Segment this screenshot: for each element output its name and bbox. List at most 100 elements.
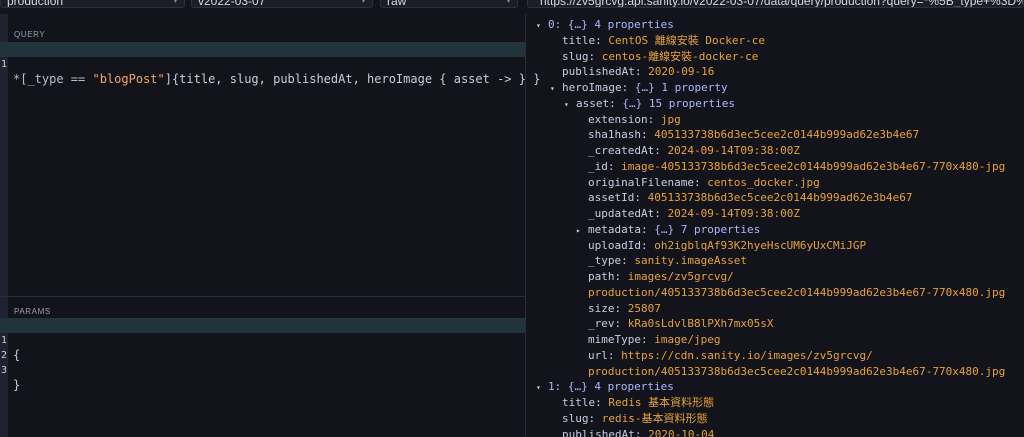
line-number: 1 xyxy=(0,59,8,70)
result-value: images/zv5grcvg/ xyxy=(627,270,734,283)
result-key: _type: xyxy=(588,254,628,268)
result-row: size: 25807 xyxy=(576,301,661,317)
result-summary: {…} 15 properties xyxy=(622,96,735,110)
query-token-filter: *[_type == xyxy=(13,72,93,86)
query-token-string: "blogPost" xyxy=(92,72,165,86)
result-row[interactable]: ▾ heroImage: {…} 1 property xyxy=(550,80,728,96)
result-key: 0: xyxy=(548,18,562,31)
result-key: size: xyxy=(588,301,622,315)
result-value: 2020-09-16 xyxy=(648,65,715,79)
result-row[interactable]: ▸ metadata: {…} 7 properties xyxy=(576,222,760,238)
result-row: production/405133738b6d3ec5cee2c0144b999… xyxy=(576,285,1005,301)
panel-divider[interactable] xyxy=(0,296,525,297)
result-row: _rev: kRa0sLdvlB8lPXh7mx05sX xyxy=(576,316,773,332)
result-key: originalFilename: xyxy=(588,175,701,189)
result-value: oh2igblqAf93K2hyeHscUM6yUxCMiJGP xyxy=(654,238,867,252)
result-row: _createdAt: 2024-09-14T09:38:00Z xyxy=(576,143,800,159)
query-token-projection: ]{title, slug, publishedAt, heroImage { … xyxy=(164,72,541,86)
result-value: 2020-10-04 xyxy=(648,427,715,437)
result-key: url: xyxy=(588,348,615,362)
results-pane: ▾ 0: {…} 4 properties title: CentOS 離線安裝 D… xyxy=(526,14,1024,437)
caret-down-icon[interactable]: ▾ xyxy=(536,18,548,34)
result-value: image/jpeg xyxy=(654,333,721,346)
result-row: title: Redis 基本資料形態 xyxy=(550,395,714,411)
result-key: _createdAt: xyxy=(588,144,661,157)
result-row: production/405133738b6d3ec5cee2c0144b999… xyxy=(576,364,1005,380)
chevron-down-icon: ▾ xyxy=(172,0,178,6)
chevron-down-icon: ▾ xyxy=(505,0,511,6)
perspective-select[interactable]: raw ▾ xyxy=(380,0,518,8)
result-summary: {…} 7 properties xyxy=(654,222,761,236)
result-row: sha1hash: 405133738b6d3ec5cee2c0144b999a… xyxy=(576,127,919,143)
result-key: slug: xyxy=(562,49,596,63)
result-value: 25807 xyxy=(627,301,661,315)
caret-down-icon[interactable]: ▾ xyxy=(564,97,576,113)
result-value: CentOS 離線安裝 Docker-ce xyxy=(608,33,765,47)
result-value: production/405133738b6d3ec5cee2c0144b999… xyxy=(588,285,1006,299)
result-value: centos_docker.jpg xyxy=(707,175,820,189)
result-key: uploadId: xyxy=(588,238,648,252)
result-summary: {…} 4 properties xyxy=(567,380,674,394)
result-key: _id: xyxy=(588,159,615,173)
result-row: originalFilename: centos_docker.jpg xyxy=(576,175,820,191)
line-number: 3 xyxy=(0,365,8,376)
dataset-select-value: production xyxy=(7,0,64,8)
result-value: kRa0sLdvlB8lPXh7mx05sX xyxy=(627,317,774,331)
query-url-text: https://zv5grcvg.api.sanity.io/v2022-03-… xyxy=(540,0,1023,8)
result-key: path: xyxy=(588,270,622,283)
result-key: publishedAt: xyxy=(562,427,642,437)
result-key: sha1hash: xyxy=(588,128,648,142)
result-value: centos-離線安裝-docker-ce xyxy=(601,49,759,63)
result-row: _updatedAt: 2024-09-14T09:38:00Z xyxy=(576,206,800,222)
params-label: PARAMS xyxy=(14,307,51,316)
params-line[interactable]: 1 { xyxy=(0,318,525,362)
result-row[interactable]: ▾ 0: {…} 4 properties xyxy=(536,17,674,33)
result-row: publishedAt: 2020-10-04 xyxy=(550,427,714,437)
result-value: sanity.imageAsset xyxy=(634,254,747,268)
result-key: title: xyxy=(562,33,602,47)
result-key: slug: xyxy=(562,411,596,425)
params-line[interactable]: 2 xyxy=(0,333,525,361)
query-url-field[interactable]: https://zv5grcvg.api.sanity.io/v2022-03-… xyxy=(527,0,1024,8)
result-row[interactable]: ▾ asset: {…} 15 properties xyxy=(564,96,735,112)
result-row: path: images/zv5grcvg/ xyxy=(576,269,734,285)
result-key: extension: xyxy=(588,112,655,126)
result-summary: {…} 4 properties xyxy=(567,18,674,31)
result-summary: {…} 1 property xyxy=(634,81,728,94)
result-row: mimeType: image/jpeg xyxy=(576,332,720,348)
query-line[interactable]: 1 *[_type == "blogPost"]{title, slug, pu… xyxy=(0,42,540,86)
result-key: title: xyxy=(562,396,602,409)
toolbar: production ▾ v2022-03-07 ▾ raw ▾ https:/… xyxy=(0,0,1024,11)
result-row: title: CentOS 離線安裝 Docker-ce xyxy=(550,33,765,49)
result-value: 405133738b6d3ec5cee2c0144b999ad62e3b4e67 xyxy=(647,191,913,205)
result-row[interactable]: ▾ 1: {…} 4 properties xyxy=(536,379,674,395)
chevron-down-icon: ▾ xyxy=(360,0,366,6)
result-key: publishedAt: xyxy=(562,65,642,79)
result-value: 405133738b6d3ec5cee2c0144b999ad62e3b4e67 xyxy=(654,128,920,142)
result-key: asset: xyxy=(576,96,616,110)
result-key: 1: xyxy=(548,380,562,394)
query-code[interactable]: *[_type == "blogPost"]{title, slug, publ… xyxy=(13,72,540,87)
result-row: _type: sanity.imageAsset xyxy=(576,253,747,269)
result-key: _rev: xyxy=(588,317,622,331)
result-row: uploadId: oh2igblqAf93K2hyeHscUM6yUxCMiJ… xyxy=(576,238,866,254)
result-key: mimeType: xyxy=(588,333,648,346)
perspective-value: raw xyxy=(387,0,407,8)
result-row: slug: centos-離線安裝-docker-ce xyxy=(550,49,758,65)
params-line[interactable]: 3 } xyxy=(0,348,525,392)
result-key: metadata: xyxy=(588,222,648,236)
result-key: heroImage: xyxy=(562,81,629,94)
dataset-select[interactable]: production ▾ xyxy=(0,0,185,8)
api-version-select[interactable]: v2022-03-07 ▾ xyxy=(191,0,373,8)
params-code[interactable]: } xyxy=(13,378,20,393)
result-row: url: https://cdn.sanity.io/images/zv5grc… xyxy=(576,348,873,364)
result-value: production/405133738b6d3ec5cee2c0144b999… xyxy=(588,364,1006,378)
result-value: https://cdn.sanity.io/images/zv5grcvg/ xyxy=(621,348,873,362)
caret-right-icon[interactable]: ▸ xyxy=(576,223,588,239)
caret-down-icon[interactable]: ▾ xyxy=(536,380,548,396)
result-row: slug: redis-基本資料形態 xyxy=(550,411,708,427)
caret-down-icon[interactable]: ▾ xyxy=(550,81,562,97)
editor-pane: QUERY 1 *[_type == "blogPost"]{title, sl… xyxy=(0,14,540,437)
result-value: jpg xyxy=(660,112,681,126)
result-key: _updatedAt: xyxy=(588,207,661,220)
